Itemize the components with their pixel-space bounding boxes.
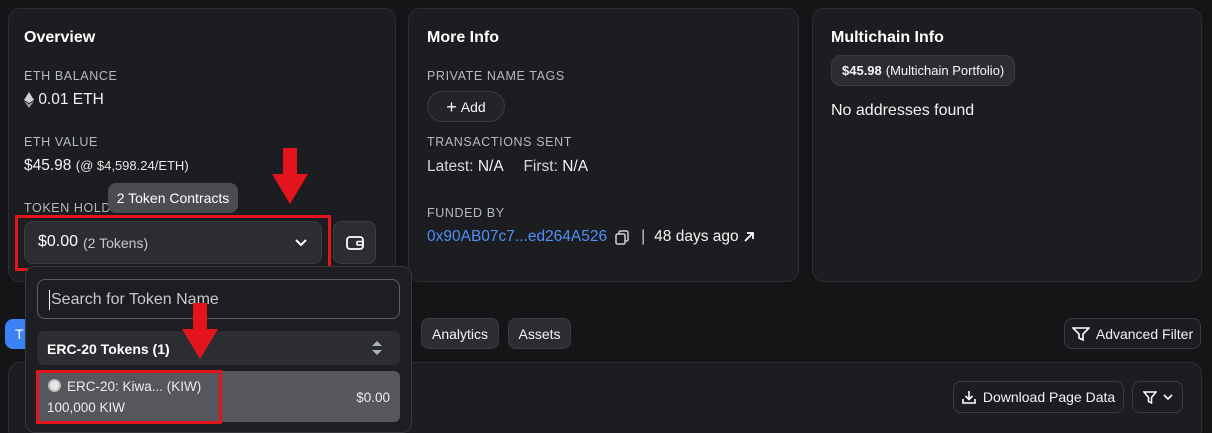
cursor-caret	[49, 290, 50, 310]
first-value: N/A	[562, 158, 589, 175]
latest-value: N/A	[477, 158, 503, 175]
eth-balance-amount: 0.01 ETH	[38, 91, 104, 108]
overview-title: Overview	[24, 29, 96, 46]
filter-dropdown-button[interactable]	[1132, 381, 1183, 413]
copy-icon[interactable]	[615, 229, 629, 245]
no-addresses-text: No addresses found	[831, 102, 975, 119]
latest-label: Latest:	[427, 158, 474, 175]
erc20-section-header[interactable]: ERC-20 Tokens (1)	[37, 331, 400, 365]
annotation-box-token-dropdown	[15, 215, 331, 271]
funded-by-address-link[interactable]: 0x90AB07c7...ed264A526	[427, 228, 607, 246]
wallet-button[interactable]	[333, 221, 376, 264]
add-tag-button[interactable]: + Add	[427, 91, 505, 122]
funded-by-row: 0x90AB07c7...ed264A526 | 48 days ago	[427, 228, 755, 246]
token-contracts-tooltip: 2 Token Contracts	[108, 183, 238, 213]
tab-analytics[interactable]: Analytics	[421, 318, 499, 349]
token-item-value: $0.00	[356, 390, 390, 405]
multichain-card: Multichain Info $45.98 (Multichain Portf…	[812, 8, 1202, 282]
annotation-arrow-down-icon-2	[182, 303, 218, 359]
funnel-icon	[1142, 390, 1157, 404]
eth-balance-value: 0.01 ETH	[24, 91, 104, 109]
eth-value-label: ETH VALUE	[24, 135, 98, 149]
funded-by-label: FUNDED BY	[427, 206, 505, 220]
advanced-filter-button[interactable]: Advanced Filter	[1064, 318, 1201, 349]
filter-icon	[1071, 326, 1090, 341]
wallet-icon	[345, 235, 364, 250]
eth-price: (@ $4,598.24/ETH)	[75, 158, 189, 173]
more-info-card: More Info PRIVATE NAME TAGS + Add TRANSA…	[408, 8, 799, 282]
eth-value: $45.98 (@ $4,598.24/ETH)	[24, 157, 189, 175]
download-label: Download Page Data	[982, 389, 1116, 405]
chevron-down-icon	[1162, 394, 1173, 401]
funded-age[interactable]: 48 days ago	[654, 228, 738, 246]
plus-icon: +	[446, 96, 457, 117]
tx-sent-values: Latest: N/A First: N/A	[427, 158, 588, 176]
ethereum-icon	[24, 91, 34, 108]
multichain-portfolio-badge[interactable]: $45.98 (Multichain Portfolio)	[831, 55, 1016, 86]
annotation-arrow-down-icon	[272, 148, 308, 204]
tab-analytics-label: Analytics	[431, 325, 489, 342]
private-tags-label: PRIVATE NAME TAGS	[427, 69, 565, 83]
token-holdings-label: TOKEN HOLDI	[24, 201, 116, 215]
portfolio-value: $45.98	[842, 63, 882, 78]
sort-icon	[372, 341, 382, 355]
eth-value-amount: $45.98	[24, 157, 72, 174]
download-page-data-button[interactable]: Download Page Data	[953, 381, 1124, 413]
external-link-icon[interactable]	[743, 231, 755, 243]
token-search-input[interactable]: Search for Token Name	[37, 279, 400, 319]
advanced-filter-label: Advanced Filter	[1095, 325, 1194, 342]
add-label: Add	[460, 98, 486, 115]
erc20-section-label: ERC-20 Tokens (1)	[47, 341, 170, 357]
tab-transactions-label: T	[15, 326, 24, 342]
separator: |	[641, 228, 646, 245]
portfolio-label: (Multichain Portfolio)	[885, 63, 1005, 78]
multichain-title: Multichain Info	[831, 29, 944, 46]
tab-assets[interactable]: Assets	[508, 318, 571, 349]
more-info-title: More Info	[427, 29, 499, 46]
tab-assets-label: Assets	[518, 325, 561, 342]
eth-balance-label: ETH BALANCE	[24, 69, 118, 83]
first-label: First:	[523, 158, 558, 175]
tooltip-text: 2 Token Contracts	[116, 190, 230, 206]
annotation-box-token-item	[36, 370, 222, 424]
download-icon	[962, 391, 976, 404]
tx-sent-label: TRANSACTIONS SENT	[427, 135, 572, 149]
